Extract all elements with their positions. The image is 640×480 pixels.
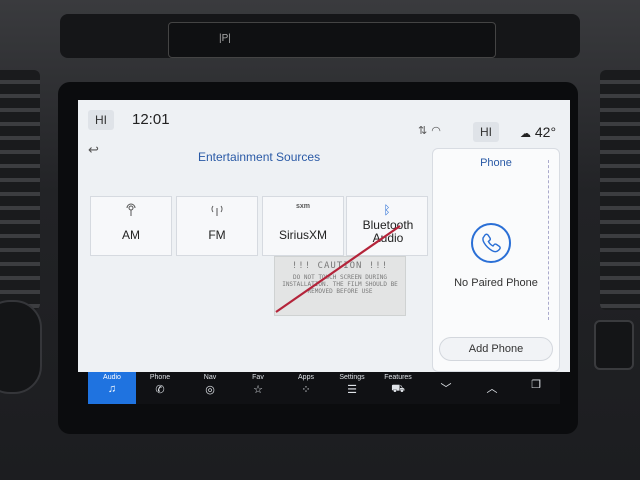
copy-screens-icon: ❐ xyxy=(531,379,541,391)
source-label: AM xyxy=(122,228,140,242)
compass-icon: ◎ xyxy=(205,384,215,396)
infotainment-screen: HI 12:01 ⇅◠ HI ☁ 42° ↩ Entertainment Sou… xyxy=(78,100,570,372)
sticker-red-line xyxy=(275,225,401,313)
status-icons: ⇅◠ xyxy=(418,124,445,137)
phone-icon: ✆ xyxy=(155,384,165,396)
nav-audio[interactable]: Audio ♫ xyxy=(88,372,136,404)
outside-temperature: ☁ 42° xyxy=(520,124,556,140)
clock: 12:01 xyxy=(132,111,170,128)
temperature-value: 42° xyxy=(534,124,557,140)
nav-collapse[interactable]: ﹀ xyxy=(422,372,470,404)
nav-label: Fav xyxy=(252,374,264,381)
nav-label: Nav xyxy=(203,374,217,381)
left-air-vent xyxy=(0,70,40,310)
hazard-label: |P| xyxy=(219,33,231,44)
wifi-icon: ◠ xyxy=(431,125,445,137)
nav-apps[interactable]: Apps ⁘ xyxy=(282,372,330,404)
nav-nav[interactable]: Nav ◎ xyxy=(186,372,234,404)
broadcast-icon xyxy=(177,203,257,217)
sliders-icon: ☰ xyxy=(347,384,357,396)
scrollbar[interactable] xyxy=(548,160,553,320)
antenna-icon xyxy=(91,203,171,217)
nav-label: Apps xyxy=(298,374,314,381)
nav-label: Audio xyxy=(103,374,121,381)
phone-status: No Paired Phone xyxy=(454,277,538,289)
entertainment-sources-title: Entertainment Sources xyxy=(198,150,321,164)
nav-phone[interactable]: Phone ✆ xyxy=(136,372,184,404)
nav-label: Settings xyxy=(339,374,365,381)
car-icon: ⛟ xyxy=(391,383,405,395)
nav-features[interactable]: Features ⛟ xyxy=(374,372,422,404)
right-air-vent xyxy=(600,70,640,310)
nav-fav[interactable]: Fav ☆ xyxy=(234,372,282,404)
apps-grid-icon: ⁘ xyxy=(301,384,311,396)
passenger-hi-indicator[interactable]: HI xyxy=(473,122,499,142)
back-arrow-icon[interactable]: ↩ xyxy=(88,142,99,158)
nav-settings[interactable]: Settings ☰ xyxy=(328,372,376,404)
bluetooth-icon: ᛒ xyxy=(383,203,391,217)
hazard-button-strip[interactable]: |P| xyxy=(168,22,496,58)
source-fm[interactable]: FM xyxy=(176,196,258,256)
nav-screens[interactable]: ❐ xyxy=(512,372,560,404)
add-phone-button[interactable]: Add Phone xyxy=(439,337,553,361)
right-panel-button[interactable] xyxy=(594,320,634,370)
cloud-icon: ☁ xyxy=(520,128,531,140)
bottom-nav-bar: Audio ♫ Phone ✆ Nav ◎ Fav ☆ Apps ⁘ Setti… xyxy=(88,372,560,404)
source-am[interactable]: AM xyxy=(90,196,172,256)
phone-panel: Phone No Paired Phone Add Phone xyxy=(432,148,560,372)
signal-icon: ⇅ xyxy=(418,125,432,137)
chevron-up-icon: ︿ xyxy=(486,383,498,395)
star-icon: ☆ xyxy=(253,384,263,396)
nav-label: Phone xyxy=(149,374,171,381)
phone-icon[interactable] xyxy=(471,223,511,263)
chevron-down-icon: ﹀ xyxy=(440,383,452,395)
sxm-icon: sxm xyxy=(295,203,310,210)
phone-title: Phone xyxy=(480,157,512,169)
volume-knob[interactable] xyxy=(0,300,42,394)
music-note-icon: ♫ xyxy=(107,383,117,395)
nav-expand[interactable]: ︿ xyxy=(468,372,516,404)
driver-hi-indicator[interactable]: HI xyxy=(88,110,114,130)
nav-label: Features xyxy=(384,374,412,381)
source-label: FM xyxy=(208,228,226,242)
